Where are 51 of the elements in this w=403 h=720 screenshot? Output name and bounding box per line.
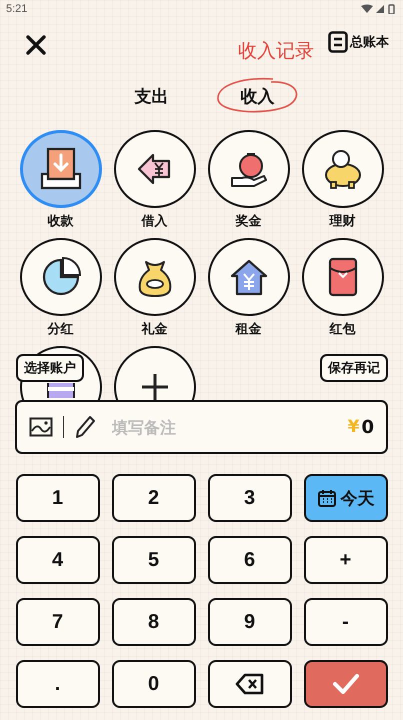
pencil-icon xyxy=(74,415,96,439)
keypad-key[interactable]: 1 xyxy=(16,474,100,522)
backspace-icon xyxy=(234,673,264,695)
category-label: 礼金 xyxy=(142,320,168,338)
backspace-button[interactable] xyxy=(208,660,292,708)
category-label: 收款 xyxy=(48,213,74,230)
keypad-key[interactable]: - xyxy=(304,598,388,646)
keypad-key[interactable]: 2 xyxy=(112,474,196,522)
page-title: 收入记录 xyxy=(238,39,314,64)
keypad-key[interactable]: 0 xyxy=(112,660,196,708)
keypad-key[interactable]: 6 xyxy=(208,536,292,584)
category-label: 奖金 xyxy=(236,213,262,230)
amount: 0 xyxy=(361,416,374,438)
ledger-button[interactable]: 总账本 xyxy=(328,31,389,53)
today-button[interactable]: 今天 xyxy=(304,474,388,522)
keypad-key[interactable]: . xyxy=(16,660,100,708)
striped-card-icon xyxy=(46,383,74,398)
book-icon xyxy=(328,31,348,53)
keypad-key[interactable]: + xyxy=(304,536,388,584)
category-label: 红包 xyxy=(330,321,356,338)
category-label: 分红 xyxy=(48,321,74,338)
keypad-key[interactable]: 7 xyxy=(16,598,100,646)
category-label: 租金 xyxy=(236,321,262,338)
tab[interactable]: 收入 xyxy=(212,75,302,117)
keypad-key[interactable]: 8 xyxy=(112,598,196,646)
close-icon[interactable] xyxy=(26,35,46,55)
category-button[interactable] xyxy=(208,238,290,316)
keypad-key[interactable]: 3 xyxy=(208,474,292,522)
keypad-key[interactable]: 9 xyxy=(208,598,292,646)
category-button[interactable] xyxy=(20,130,102,208)
category-button[interactable] xyxy=(114,130,196,208)
keypad-key[interactable]: 5 xyxy=(112,536,196,584)
tab[interactable]: 支出 xyxy=(106,75,196,117)
keypad-key[interactable]: 4 xyxy=(16,536,100,584)
calendar-icon xyxy=(316,488,336,508)
image-icon[interactable] xyxy=(29,417,53,437)
category-label: 理财 xyxy=(330,213,356,230)
category-button[interactable] xyxy=(302,238,384,316)
category-button[interactable] xyxy=(208,130,290,208)
checkmark-icon xyxy=(332,673,360,695)
category-button[interactable] xyxy=(20,238,102,316)
confirm-button[interactable] xyxy=(304,660,388,708)
status-icons xyxy=(361,4,395,14)
plus-icon xyxy=(140,372,170,400)
category-label: 借入 xyxy=(142,212,168,230)
status-time: 5:21 xyxy=(6,3,28,15)
category-button[interactable] xyxy=(114,238,196,316)
choose-account-button[interactable]: 选择账户 xyxy=(16,354,84,382)
category-button[interactable] xyxy=(302,130,384,208)
save-again-button[interactable]: 保存再记 xyxy=(320,354,388,382)
currency-symbol: ¥ xyxy=(348,417,360,437)
